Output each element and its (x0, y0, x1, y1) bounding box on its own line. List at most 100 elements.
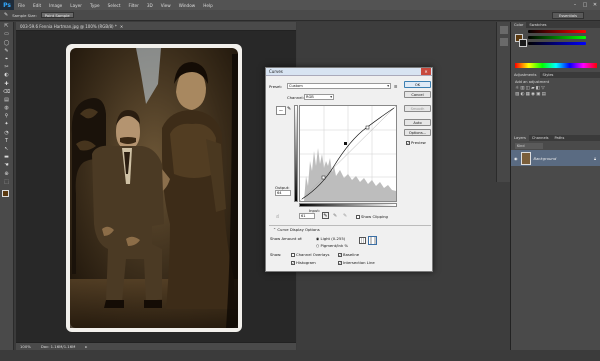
photoshop-logo: Ps (0, 0, 14, 10)
channel-overlays-label: Channel Overlays (296, 252, 330, 257)
close-document-icon[interactable]: ✕ (120, 24, 123, 29)
preset-options-icon[interactable]: ☰ (394, 84, 397, 89)
properties-icon[interactable] (499, 38, 508, 46)
tab-styles[interactable]: Styles (540, 72, 557, 78)
tool-2-icon[interactable]: ◯ (3, 40, 11, 47)
tool-3-icon[interactable]: ✎ (3, 48, 11, 55)
preview-checkbox[interactable]: ✓Preview (406, 140, 426, 145)
menu-select[interactable]: Select (104, 3, 125, 8)
tool-9-icon[interactable]: ▤ (3, 97, 11, 104)
menu-edit[interactable]: Edit (29, 3, 45, 8)
workspace-select[interactable]: Essentials (552, 12, 584, 19)
menu-view[interactable]: View (157, 3, 175, 8)
document-tab[interactable]: 003-59.6 Fennia Hartman.jpg @ 100% (RGB/… (16, 22, 296, 31)
curve-point-tool-icon[interactable]: 〜 (276, 106, 286, 115)
detailed-grid-icon[interactable] (368, 236, 377, 245)
tab-adjustments[interactable]: Adjustments (511, 72, 540, 78)
tool-7-icon[interactable]: ✚ (3, 81, 11, 88)
dialog-close-button[interactable]: ✕ (421, 68, 431, 75)
menu-3d[interactable]: 3D (143, 3, 157, 8)
color-ramp[interactable] (515, 63, 597, 68)
tab-swatches[interactable]: Swatches (526, 22, 549, 28)
auto-button[interactable]: Auto (404, 119, 431, 126)
tab-color[interactable]: Color (511, 22, 527, 28)
chevron-down-icon: ▾ (387, 84, 389, 88)
pigment-radio[interactable]: ○ Pigment/Ink % (316, 243, 348, 248)
document-info: Doc: 1.16M/1.16M (40, 344, 76, 349)
tool-8-icon[interactable]: ⌫ (3, 89, 11, 96)
tool-18-icon[interactable]: ⊕ (3, 171, 11, 178)
light-radio[interactable]: ◉ Light (0-255) (316, 236, 345, 241)
menu-image[interactable]: Image (45, 3, 66, 8)
options-button[interactable]: Options... (404, 129, 431, 136)
menu-type[interactable]: Type (86, 3, 104, 8)
smooth-button[interactable]: Smooth (404, 105, 431, 112)
cancel-button[interactable]: Cancel (404, 91, 431, 98)
tool-15-icon[interactable]: ↖ (3, 146, 11, 153)
intersection-line-label: Intersection Line (343, 260, 375, 265)
display-options-label: Curve Display Options (277, 227, 320, 232)
histogram-label: Histogram (296, 260, 316, 265)
preset-select[interactable]: Custom ▾ (287, 83, 391, 89)
menu-window[interactable]: Window (175, 3, 200, 8)
curves-graph[interactable] (299, 105, 397, 202)
white-eyedropper-icon[interactable]: ✎ (343, 213, 347, 219)
history-icon[interactable] (499, 26, 508, 34)
tool-10-icon[interactable]: ◍ (3, 105, 11, 112)
baseline-checkbox[interactable]: ✓Baseline (338, 252, 359, 257)
tool-1-icon[interactable]: ▭ (3, 31, 11, 38)
sample-size-select[interactable]: Point Sample (40, 12, 74, 18)
histogram-checkbox[interactable]: ✓Histogram (291, 260, 316, 265)
gray-eyedropper-icon[interactable]: ✎ (333, 213, 337, 219)
zoom-level[interactable]: 100% (20, 344, 31, 349)
channel-overlays-checkbox[interactable]: Channel Overlays (291, 252, 330, 257)
tab-layers[interactable]: Layers (511, 135, 529, 141)
adjustment-icons[interactable]: ☼▥◫▰◧▽ ▨◐▦◉▣▤ (515, 86, 575, 98)
intersection-line-checkbox[interactable]: ✓Intersection Line (338, 260, 375, 265)
show-clipping-label: Show Clipping (361, 214, 388, 219)
tool-4-icon[interactable]: ⌖ (3, 56, 11, 63)
green-slider[interactable] (528, 36, 586, 39)
tool-5-icon[interactable]: ✂ (3, 64, 11, 71)
visibility-eye-icon[interactable]: ◉ (514, 156, 518, 161)
menu-file[interactable]: File (14, 3, 29, 8)
tool-17-icon[interactable]: ☚ (3, 162, 11, 169)
radio-selected-icon: ◉ (316, 236, 320, 241)
close-window-button[interactable]: ✕ (590, 0, 600, 10)
tool-16-icon[interactable]: ▬ (3, 154, 11, 161)
red-slider[interactable] (528, 30, 586, 33)
tool-6-icon[interactable]: ◐ (3, 72, 11, 79)
tool-12-icon[interactable]: ✦ (3, 121, 11, 128)
menu-layer[interactable]: Layer (66, 3, 86, 8)
tool-13-icon[interactable]: ◔ (3, 130, 11, 137)
blue-slider[interactable] (528, 42, 586, 45)
menu-bar: Ps File Edit Image Layer Type Select Fil… (0, 0, 600, 10)
divider (269, 225, 431, 226)
menu-help[interactable]: Help (199, 3, 217, 8)
output-field[interactable]: 64 (275, 190, 291, 196)
menu-filter[interactable]: Filter (124, 3, 142, 8)
tab-paths[interactable]: Paths (552, 135, 568, 141)
display-options-toggle[interactable]: ⌃ Curve Display Options (273, 227, 320, 232)
targeted-adjustment-icon[interactable]: ☝ (276, 214, 279, 220)
show-clipping-checkbox[interactable]: Show Clipping (356, 214, 388, 219)
tool-11-icon[interactable]: ⚲ (3, 113, 11, 120)
simple-grid-icon[interactable] (359, 237, 366, 244)
input-field[interactable]: 61 (299, 213, 315, 219)
tool-14-icon[interactable]: T (3, 138, 11, 145)
tool-0-icon[interactable]: ⇱ (3, 23, 11, 30)
eyedropper-tool-icon[interactable]: ✎ (4, 12, 8, 18)
foreground-color-icon[interactable] (2, 189, 9, 197)
tool-19-icon[interactable]: ⬚ (3, 179, 11, 186)
black-eyedropper-icon[interactable]: ✎ (322, 212, 329, 219)
minimize-button[interactable]: – (570, 0, 580, 10)
background-color-swatch[interactable] (519, 39, 527, 47)
layer-row-background[interactable]: ◉ Background 🔒︎ (511, 150, 600, 166)
channel-select[interactable]: RGB ▾ (304, 94, 334, 100)
curves-dialog-titlebar[interactable]: Curves ✕ (266, 68, 432, 76)
tab-channels[interactable]: Channels (529, 135, 552, 141)
ok-button[interactable]: OK (404, 81, 431, 88)
layer-filter-kind[interactable]: Kind (515, 143, 543, 149)
maximize-button[interactable]: □ (580, 0, 590, 10)
status-menu-arrow-icon[interactable]: ▸ (85, 344, 87, 349)
